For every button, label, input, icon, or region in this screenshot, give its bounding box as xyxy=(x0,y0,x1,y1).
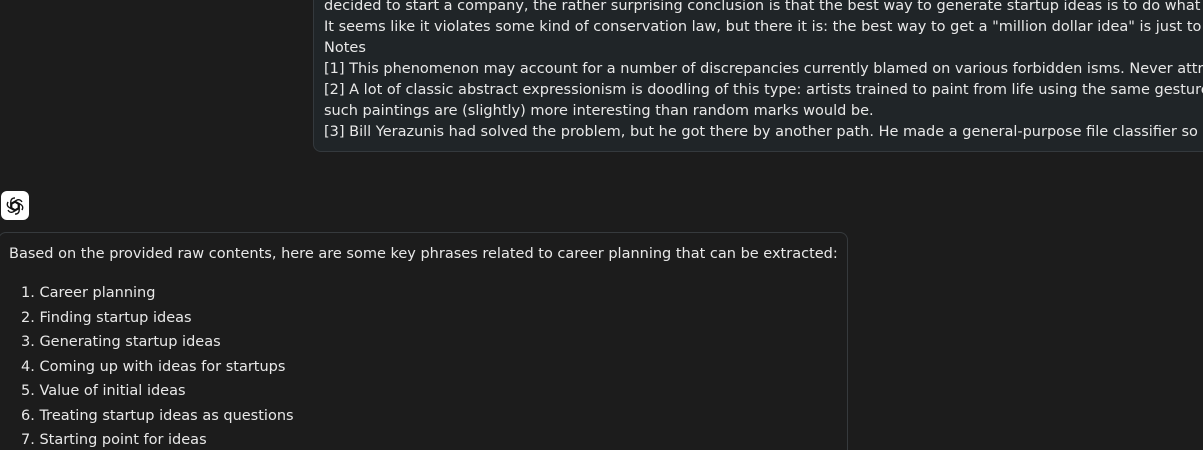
key-phrases-list: 1. Career planning 2. Finding startup id… xyxy=(9,281,847,450)
list-item: 2. Finding startup ideas xyxy=(21,309,192,326)
list-item: 1. Career planning xyxy=(21,285,156,301)
user-message-line: [3] Bill Yerazunis had solved the proble… xyxy=(324,124,1203,140)
user-message-line: It seems like it violates some kind of c… xyxy=(324,19,1203,35)
user-message-line: [1] This phenomenon may account for a nu… xyxy=(324,61,1203,77)
assistant-avatar xyxy=(1,191,29,220)
openai-logo-icon xyxy=(6,196,24,215)
user-message-line: Notes xyxy=(324,40,366,56)
user-message-line: such paintings are (slightly) more inter… xyxy=(324,103,874,119)
user-message-line: [2] A lot of classic abstract expression… xyxy=(324,82,1203,98)
list-item: 5. Value of initial ideas xyxy=(21,383,186,399)
list-item: 7. Starting point for ideas xyxy=(21,432,207,448)
list-item: 6. Treating startup ideas as questions xyxy=(21,407,294,424)
assistant-message-bubble: Based on the provided raw contents, here… xyxy=(0,232,848,450)
list-item: 3. Generating startup ideas xyxy=(21,334,221,350)
user-message-bubble: decided to start a company, the rather s… xyxy=(313,0,1203,152)
user-message-line: decided to start a company, the rather s… xyxy=(324,0,1203,14)
assistant-intro-text: Based on the provided raw contents, here… xyxy=(9,246,838,262)
list-item: 4. Coming up with ideas for startups xyxy=(21,358,286,375)
